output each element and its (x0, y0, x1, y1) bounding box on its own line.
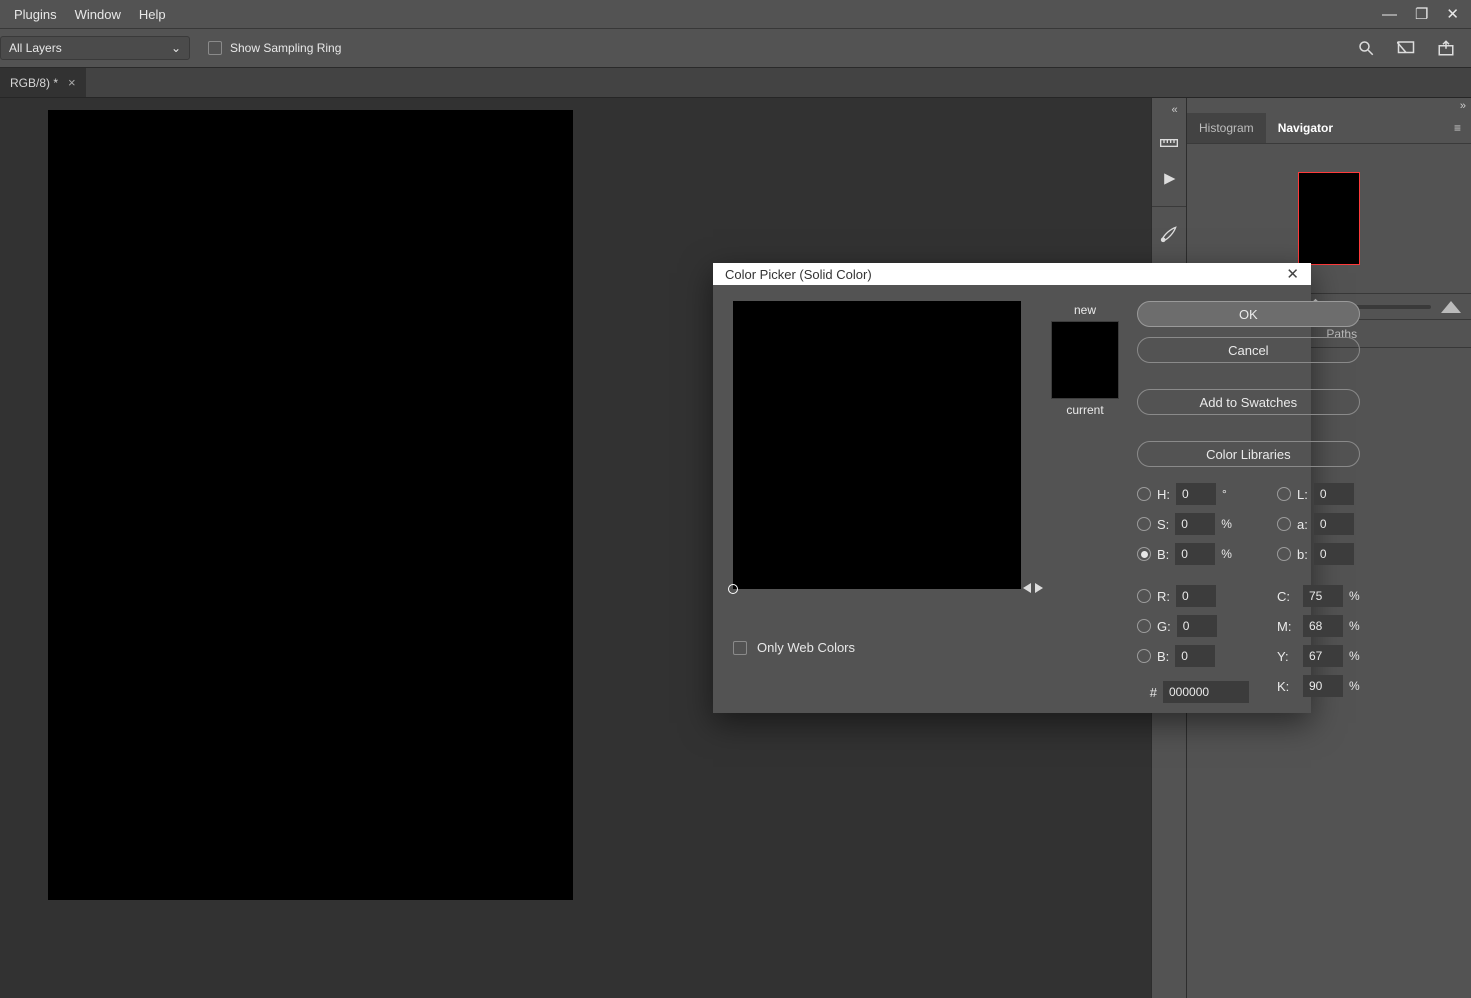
input-k[interactable] (1303, 675, 1343, 697)
show-sampling-ring-label: Show Sampling Ring (230, 41, 341, 55)
radio-b[interactable] (1137, 547, 1151, 561)
zoom-in-icon[interactable] (1441, 301, 1461, 313)
expand-dock-icon[interactable]: « (1163, 102, 1174, 118)
input-hex[interactable] (1163, 681, 1249, 703)
checkbox-icon[interactable] (208, 41, 222, 55)
document-tab-bar: RGB/8) * × (0, 68, 1471, 98)
input-g[interactable] (1177, 615, 1217, 637)
label-c: C: (1277, 589, 1297, 604)
collapse-panels-icon[interactable]: » (1187, 98, 1471, 112)
options-bar: All Layers ⌄ Show Sampling Ring (0, 28, 1471, 68)
unit-pct-y: % (1349, 649, 1360, 663)
label-a: a: (1297, 517, 1308, 532)
search-icon[interactable] (1355, 37, 1377, 59)
label-s: S: (1157, 517, 1169, 532)
new-color-label: new (1074, 303, 1096, 317)
radio-blab[interactable] (1277, 547, 1291, 561)
slider-arrow-right-icon (1035, 583, 1043, 593)
current-color-swatch[interactable] (1052, 360, 1118, 398)
current-color-label: current (1066, 403, 1103, 417)
input-blab[interactable] (1314, 543, 1354, 565)
navigator-panel-tabs: Histogram Navigator ≡ (1187, 112, 1471, 144)
radio-h[interactable] (1137, 487, 1151, 501)
dialog-title: Color Picker (Solid Color) (725, 267, 872, 282)
label-y: Y: (1277, 649, 1297, 664)
menu-plugins[interactable]: Plugins (6, 3, 65, 26)
sample-layers-dropdown[interactable]: All Layers ⌄ (0, 36, 190, 60)
menu-help[interactable]: Help (131, 3, 174, 26)
label-l: L: (1297, 487, 1308, 502)
unit-pct-m: % (1349, 619, 1360, 633)
unit-pct-c: % (1349, 589, 1360, 603)
document-canvas[interactable] (48, 110, 573, 900)
menu-window[interactable]: Window (67, 3, 129, 26)
show-sampling-ring-option[interactable]: Show Sampling Ring (208, 41, 341, 55)
radio-r[interactable] (1137, 589, 1151, 603)
chevron-down-icon: ⌄ (171, 41, 181, 55)
only-web-checkbox[interactable] (733, 641, 747, 655)
input-bv[interactable] (1175, 543, 1215, 565)
input-s[interactable] (1175, 513, 1215, 535)
only-web-label: Only Web Colors (757, 640, 855, 655)
input-r[interactable] (1176, 585, 1216, 607)
new-color-swatch[interactable] (1052, 322, 1118, 360)
radio-s[interactable] (1137, 517, 1151, 531)
color-field[interactable] (733, 301, 1021, 589)
input-a[interactable] (1314, 513, 1354, 535)
color-field-cursor (728, 584, 738, 594)
color-picker-dialog: Color Picker (Solid Color) ✕ new current… (713, 263, 1311, 713)
label-r: R: (1157, 589, 1170, 604)
cancel-button[interactable]: Cancel (1137, 337, 1360, 363)
dialog-close-icon[interactable]: ✕ (1286, 265, 1299, 283)
label-m: M: (1277, 619, 1297, 634)
tab-histogram[interactable]: Histogram (1187, 113, 1266, 143)
radio-l[interactable] (1277, 487, 1291, 501)
window-minimize-icon[interactable]: — (1382, 6, 1397, 23)
ruler-panel-icon[interactable] (1158, 132, 1180, 154)
add-to-swatches-button[interactable]: Add to Swatches (1137, 389, 1360, 415)
radio-bc[interactable] (1137, 649, 1151, 663)
dialog-titlebar[interactable]: Color Picker (Solid Color) ✕ (713, 263, 1311, 285)
radio-g[interactable] (1137, 619, 1151, 633)
slider-arrow-left-icon (1023, 583, 1031, 593)
input-y[interactable] (1303, 645, 1343, 667)
ok-button[interactable]: OK (1137, 301, 1360, 327)
window-close-icon[interactable]: ✕ (1446, 5, 1459, 23)
window-restore-icon[interactable]: ❐ (1415, 5, 1428, 23)
input-h[interactable] (1176, 483, 1216, 505)
brushes-panel-icon[interactable] (1158, 223, 1180, 245)
input-c[interactable] (1303, 585, 1343, 607)
only-web-colors-option[interactable]: Only Web Colors (733, 640, 855, 655)
color-libraries-button[interactable]: Color Libraries (1137, 441, 1360, 467)
document-tab[interactable]: RGB/8) * × (0, 68, 86, 97)
menu-bar: Plugins Window Help — ❐ ✕ (0, 0, 1471, 28)
label-bv: B: (1157, 547, 1169, 562)
unit-pct-k: % (1349, 679, 1360, 693)
close-tab-icon[interactable]: × (68, 75, 76, 90)
unit-deg: ° (1222, 487, 1227, 501)
actions-play-icon[interactable] (1158, 168, 1180, 190)
tab-navigator[interactable]: Navigator (1266, 113, 1345, 143)
label-k: K: (1277, 679, 1297, 694)
sample-layers-label: All Layers (9, 41, 62, 55)
label-h: H: (1157, 487, 1170, 502)
input-m[interactable] (1303, 615, 1343, 637)
unit-pct-b: % (1221, 547, 1232, 561)
document-tab-title: RGB/8) * (10, 76, 58, 90)
radio-a[interactable] (1277, 517, 1291, 531)
label-bc: B: (1157, 649, 1169, 664)
share-icon[interactable] (1435, 37, 1457, 59)
color-swatch-column: new current (1045, 301, 1125, 703)
navigator-thumbnail[interactable] (1298, 172, 1360, 265)
panel-menu-icon[interactable]: ≡ (1454, 121, 1471, 135)
input-bc[interactable] (1175, 645, 1215, 667)
label-g: G: (1157, 619, 1171, 634)
input-l[interactable] (1314, 483, 1354, 505)
screen-mode-icon[interactable] (1395, 37, 1417, 59)
label-hash: # (1137, 685, 1157, 700)
unit-pct-s: % (1221, 517, 1232, 531)
label-blab: b: (1297, 547, 1308, 562)
